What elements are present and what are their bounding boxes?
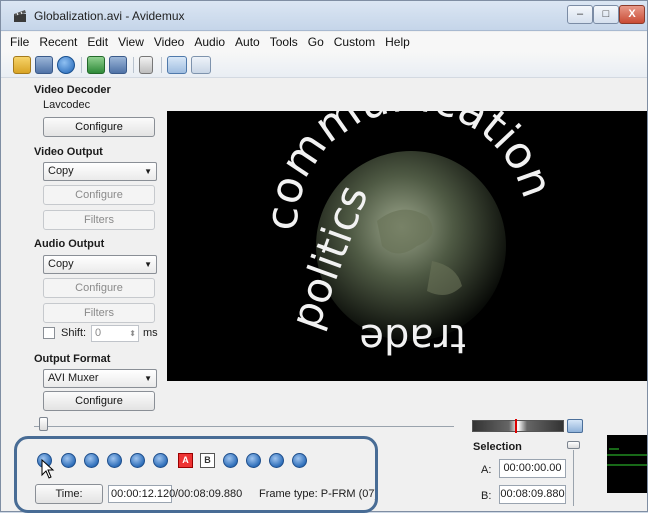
app-window: Globalization.avi - Avidemux – □ X File …: [0, 0, 648, 513]
minimize-button[interactable]: –: [567, 5, 593, 24]
selection-title: Selection: [473, 441, 522, 453]
save-video-icon[interactable]: [109, 56, 127, 74]
audio-output-configure-button[interactable]: Configure: [43, 278, 155, 298]
clapperboard-icon: [14, 10, 26, 22]
shift-input[interactable]: 0 ⬍: [91, 325, 139, 342]
toolbar-separator: [161, 57, 162, 73]
selection-b-label: B:: [481, 490, 492, 502]
info-icon[interactable]: [57, 56, 75, 74]
audio-waveform-view: [607, 435, 647, 493]
save-icon[interactable]: [35, 56, 53, 74]
menu-help[interactable]: Help: [380, 32, 415, 52]
audio-output-select[interactable]: Copy ▼: [43, 255, 157, 274]
volume-slider-thumb[interactable]: [567, 441, 580, 449]
menu-bar: File Recent Edit View Video Audio Auto T…: [1, 32, 647, 52]
video-decoder-configure-button[interactable]: Configure: [43, 117, 155, 137]
title-bar: Globalization.avi - Avidemux – □ X: [1, 1, 647, 31]
play-filtered-icon[interactable]: [167, 56, 187, 74]
speaker-icon[interactable]: [567, 419, 583, 433]
shift-label: Shift:: [61, 327, 87, 339]
menu-edit[interactable]: Edit: [82, 32, 113, 52]
menu-go[interactable]: Go: [303, 32, 329, 52]
video-word-trade: trade: [359, 315, 466, 361]
audio-output-filters-button[interactable]: Filters: [43, 303, 155, 323]
video-output-selected: Copy: [48, 165, 74, 177]
video-output-configure-button[interactable]: Configure: [43, 185, 155, 205]
toolbar-separator: [81, 57, 82, 73]
toolbar-separator: [133, 57, 134, 73]
output-format-selected: AVI Muxer: [48, 372, 99, 384]
menu-tools[interactable]: Tools: [265, 32, 303, 52]
save-image-icon[interactable]: [87, 56, 105, 74]
output-icon[interactable]: [191, 56, 211, 74]
video-decoder-title: Video Decoder: [34, 84, 111, 96]
shift-checkbox[interactable]: [43, 327, 55, 339]
video-preview: communication politics trade: [167, 70, 647, 381]
chevron-down-icon: ▼: [144, 374, 152, 383]
calculator-icon[interactable]: [139, 56, 153, 74]
chevron-down-icon: ▼: [144, 167, 152, 176]
volume-slider-track[interactable]: [573, 450, 574, 506]
video-decoder-codec: Lavcodec: [43, 99, 91, 111]
output-format-title: Output Format: [34, 353, 111, 365]
open-file-icon[interactable]: [13, 56, 31, 74]
menu-video[interactable]: Video: [149, 32, 189, 52]
volume-marker: [515, 419, 517, 433]
video-output-title: Video Output: [34, 146, 103, 158]
video-output-select[interactable]: Copy ▼: [43, 162, 157, 181]
toolbar: [1, 52, 647, 78]
audio-output-title: Audio Output: [34, 238, 105, 250]
spin-arrows-icon[interactable]: ⬍: [129, 326, 136, 341]
highlight-frame: [14, 436, 378, 513]
video-frame: communication politics trade: [256, 70, 562, 361]
menu-file[interactable]: File: [5, 32, 34, 52]
output-format-configure-button[interactable]: Configure: [43, 391, 155, 411]
volume-meter[interactable]: [472, 420, 564, 432]
selection-b-field[interactable]: 00:08:09.880: [499, 485, 566, 504]
menu-custom[interactable]: Custom: [329, 32, 380, 52]
window-title: Globalization.avi - Avidemux: [34, 9, 185, 23]
menu-auto[interactable]: Auto: [230, 32, 265, 52]
menu-recent[interactable]: Recent: [34, 32, 82, 52]
maximize-button[interactable]: □: [593, 5, 619, 24]
timeline-slider-thumb[interactable]: [39, 417, 48, 431]
chevron-down-icon: ▼: [144, 260, 152, 269]
menu-audio[interactable]: Audio: [189, 32, 230, 52]
shift-value: 0: [95, 327, 102, 339]
audio-output-selected: Copy: [48, 258, 74, 270]
selection-a-label: A:: [481, 464, 492, 476]
menu-view[interactable]: View: [113, 32, 149, 52]
timeline-track[interactable]: [34, 426, 454, 427]
shift-unit: ms: [143, 327, 158, 339]
video-output-filters-button[interactable]: Filters: [43, 210, 155, 230]
output-format-select[interactable]: AVI Muxer ▼: [43, 369, 157, 388]
close-button[interactable]: X: [619, 5, 645, 24]
waveform-graphic: [607, 448, 647, 466]
selection-a-field[interactable]: 00:00:00.00: [499, 459, 566, 478]
